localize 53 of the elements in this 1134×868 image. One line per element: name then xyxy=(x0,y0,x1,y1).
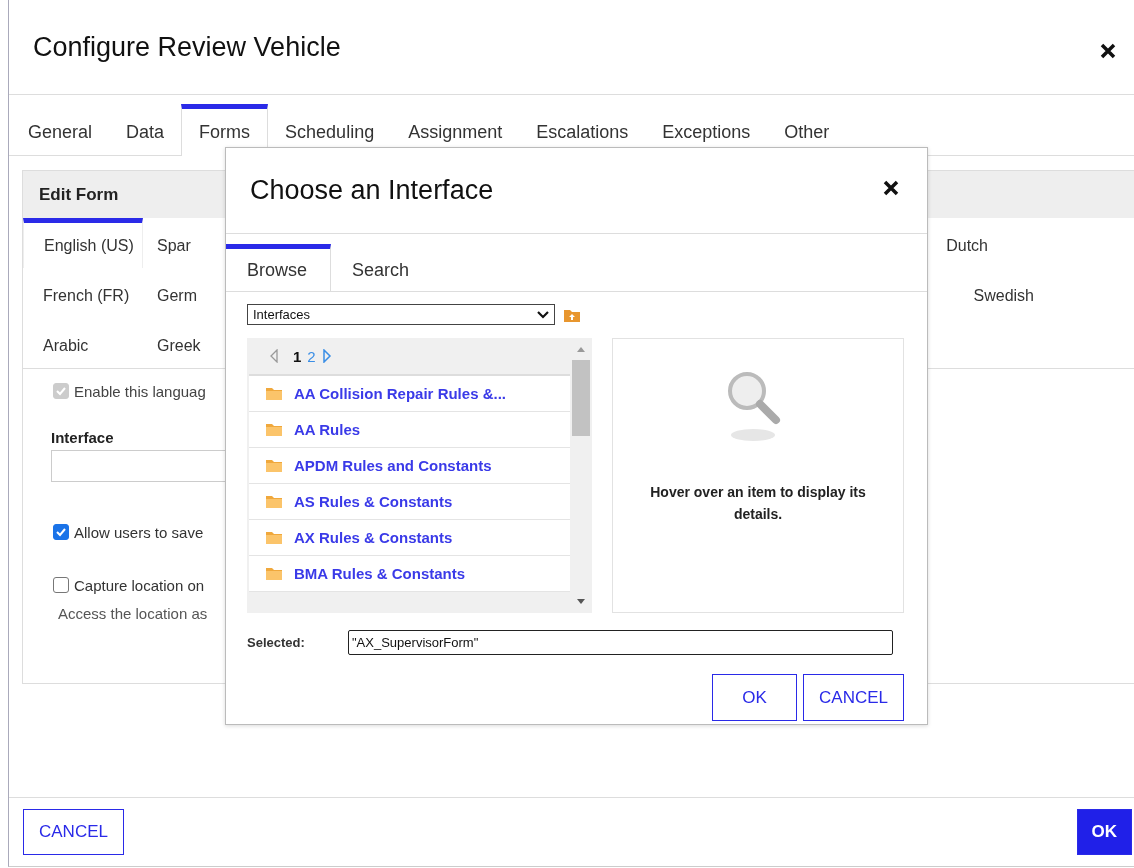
tab[interactable]: Data xyxy=(109,104,182,155)
details-hint: Hover over an item to display its details. xyxy=(649,483,867,525)
close-icon[interactable] xyxy=(1100,43,1116,59)
tab[interactable]: Browse xyxy=(226,244,331,291)
folder-list-item[interactable]: AX Rules & Constants xyxy=(249,520,570,556)
folder-list-item[interactable]: AS Rules & Constants xyxy=(249,484,570,520)
panel-title: Edit Form xyxy=(39,184,119,205)
previous-page-icon[interactable] xyxy=(269,349,279,363)
interface-field[interactable] xyxy=(51,450,227,482)
folder-icon xyxy=(265,530,283,545)
cancel-button[interactable]: CANCEL xyxy=(803,674,904,721)
language-tab[interactable]: Spar xyxy=(143,218,191,268)
tab[interactable]: Search xyxy=(331,244,436,291)
scrollbar-thumb[interactable] xyxy=(572,360,590,436)
language-tab[interactable]: Arabic xyxy=(23,318,143,368)
tab[interactable]: Forms xyxy=(181,104,269,156)
tab[interactable]: General xyxy=(11,104,110,155)
dialog-title: Configure Review Vehicle xyxy=(33,31,341,63)
language-tab[interactable]: French (FR) xyxy=(23,268,143,318)
language-tab[interactable]: Dutch xyxy=(946,218,988,268)
page-link[interactable]: 1 xyxy=(293,347,302,365)
checkbox-label: Enable this languag xyxy=(74,382,206,400)
folder-icon xyxy=(265,422,283,437)
folder-icon xyxy=(265,494,283,509)
checkbox-label: Allow users to save xyxy=(74,523,204,541)
language-tab[interactable]: English (US) xyxy=(23,218,143,268)
checkbox[interactable] xyxy=(53,577,69,593)
folder-list-item[interactable]: AA Collision Repair Rules &... xyxy=(249,376,570,412)
ok-button[interactable]: OK xyxy=(1076,809,1132,855)
folder-icon xyxy=(265,386,283,401)
selected-label: Selected: xyxy=(247,635,306,650)
scroll-down-icon[interactable] xyxy=(576,599,586,605)
folder-icon xyxy=(265,458,283,473)
language-tab[interactable]: Germ xyxy=(143,268,197,318)
close-icon[interactable] xyxy=(883,179,899,196)
language-tab[interactable]: Greek xyxy=(143,318,201,368)
folder-list-item[interactable]: APDM Rules and Constants xyxy=(249,448,570,484)
checkbox-label: Capture location on xyxy=(74,576,205,594)
cancel-button[interactable]: CANCEL xyxy=(23,809,124,855)
help-text: Access the location as xyxy=(57,605,209,622)
folder-list-item[interactable]: AA Rules xyxy=(249,412,570,448)
field-label: Interface xyxy=(51,429,114,446)
scroll-up-icon[interactable] xyxy=(576,346,586,352)
chevron-down-icon[interactable] xyxy=(536,309,550,320)
ok-button[interactable]: OK xyxy=(712,674,797,721)
interfaces-dropdown[interactable]: Interfaces xyxy=(247,304,555,325)
folder-icon xyxy=(265,566,283,581)
language-tab[interactable]: Swedish xyxy=(973,268,1034,318)
selected-field[interactable]: "AX_SupervisorForm" xyxy=(348,630,893,655)
next-page-icon[interactable] xyxy=(321,349,332,363)
dialog-title: Choose an Interface xyxy=(250,175,494,206)
checkbox[interactable] xyxy=(53,524,69,540)
folder-list-item[interactable]: BMA Rules & Constants xyxy=(249,556,570,592)
